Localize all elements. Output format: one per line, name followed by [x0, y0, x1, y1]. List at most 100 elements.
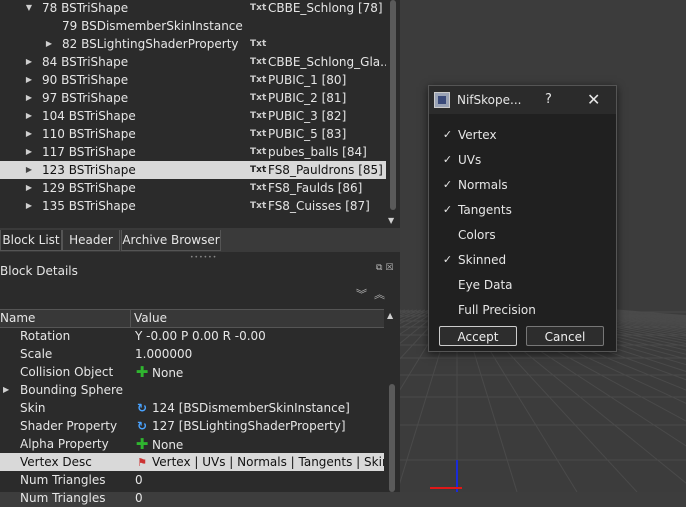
chevron-up-icon[interactable]: ︽ — [374, 288, 385, 301]
details-row[interactable]: Skin ↻ 124 [BSDismemberSkinInstance] — [0, 399, 384, 417]
details-row-value-text: None — [152, 438, 184, 452]
checkbox[interactable]: ✓ — [441, 253, 454, 266]
option-label: Normals — [458, 178, 508, 192]
expand-arrow-icon[interactable]: ▶ — [24, 107, 34, 125]
tree-row-value: CBBE_Schlong_Gla... — [268, 55, 386, 69]
details-row[interactable]: Num Triangles 0 — [0, 471, 384, 489]
details-row[interactable]: Alpha Property ✚ None — [0, 435, 384, 453]
details-row-value-text: 127 [BSLightingShaderProperty] — [152, 419, 346, 433]
tree-scrollbar[interactable]: ▼ — [386, 0, 400, 228]
tree-row-name: 82 BSLightingShaderProperty — [62, 37, 239, 51]
details-row-value: ↻ 124 [BSDismemberSkinInstance] — [135, 399, 350, 417]
tree-row-name: 104 BSTriShape — [42, 109, 136, 123]
checkbox[interactable]: ✓ — [441, 128, 454, 141]
link-icon[interactable]: ↻ — [135, 417, 149, 435]
txt-icon: Txt — [250, 39, 267, 49]
checkbox[interactable]: ✓ — [441, 153, 454, 166]
txt-icon: Txt — [250, 165, 267, 175]
dialog-title: NifSkope... — [457, 93, 522, 107]
details-row-value: ⚑ Vertex | UVs | Normals | Tangents | Ski… — [135, 453, 412, 472]
expand-arrow-icon[interactable]: ▶ — [24, 197, 34, 215]
details-row[interactable]: Scale 1.000000 — [0, 345, 384, 363]
scrollbar-thumb[interactable] — [390, 0, 396, 210]
checkbox[interactable] — [441, 228, 454, 241]
details-scrollbar[interactable]: ▲ — [384, 309, 400, 492]
tree-row-value: PUBIC_3 [82] — [268, 109, 347, 123]
add-icon[interactable]: ✚ — [135, 435, 149, 453]
details-row[interactable]: Vertex Desc ⚑ Vertex | UVs | Normals | Tan… — [0, 453, 412, 471]
tree-row[interactable]: ▶ 129 BSTriShape Txt FS8_Faulds [86] — [0, 179, 386, 197]
details-row-value: Y -0.00 P 0.00 R -0.00 — [135, 327, 266, 345]
details-row[interactable]: ▶ Bounding Sphere — [0, 381, 384, 399]
details-row[interactable]: Rotation Y -0.00 P 0.00 R -0.00 — [0, 327, 384, 345]
expand-arrow-icon[interactable]: ▶ — [24, 143, 34, 161]
tree-row-name: 78 BSTriShape — [42, 1, 129, 15]
help-button[interactable]: ? — [545, 86, 552, 114]
tree-row-name: 97 BSTriShape — [42, 91, 129, 105]
column-name-header[interactable]: Name — [0, 311, 35, 325]
tree-row[interactable]: ▶ 135 BSTriShape Txt FS8_Cuisses [87] — [0, 197, 386, 215]
link-icon[interactable]: ↻ — [135, 399, 149, 417]
chevron-down-icon[interactable]: ︾ — [356, 288, 367, 301]
tree-row[interactable]: ▶ 110 BSTriShape Txt PUBIC_5 [83] — [0, 125, 386, 143]
scroll-up-icon[interactable]: ▲ — [387, 311, 393, 320]
collapse-controls: ︾ ︽ — [356, 286, 385, 302]
tree-row[interactable]: ▶ 117 BSTriShape Txt pubes_balls [84] — [0, 143, 386, 161]
expand-arrow-icon[interactable]: ▶ — [24, 179, 34, 197]
txt-icon: Txt — [250, 57, 267, 67]
close-dock-icon[interactable]: ☒ — [385, 263, 393, 273]
expand-arrow-icon[interactable]: ▶ — [24, 53, 34, 71]
details-row[interactable]: Shader Property ↻ 127 [BSLightingShaderPro… — [0, 417, 384, 435]
tab-header[interactable]: Header — [62, 230, 120, 251]
option-label: UVs — [458, 153, 482, 167]
flag-icon[interactable]: ⚑ — [135, 454, 149, 472]
tree-row[interactable]: ▶ 97 BSTriShape Txt PUBIC_2 [81] — [0, 89, 386, 107]
expand-arrow-icon[interactable]: ▶ — [24, 89, 34, 107]
tab-archive-browser[interactable]: Archive Browser — [121, 230, 221, 251]
expand-arrow-icon[interactable]: ▶ — [3, 381, 9, 399]
txt-icon: Txt — [250, 183, 267, 193]
details-row-value: ↻ 127 [BSLightingShaderProperty] — [135, 417, 346, 435]
tree-row[interactable]: 79 BSDismemberSkinInstance — [0, 17, 386, 35]
tree-row-name: 123 BSTriShape — [42, 163, 136, 177]
add-icon[interactable]: ✚ — [135, 363, 149, 381]
float-icon[interactable]: ⧉ — [376, 263, 382, 273]
column-value-header[interactable]: Value — [134, 311, 167, 325]
tab-block-list[interactable]: Block List — [0, 230, 62, 251]
option-label: Eye Data — [458, 278, 513, 292]
close-button[interactable]: ✕ — [587, 86, 600, 114]
details-row-name: Bounding Sphere — [20, 383, 124, 397]
checkbox[interactable]: ✓ — [441, 178, 454, 191]
scroll-down-icon[interactable]: ▼ — [388, 216, 394, 225]
checkbox[interactable] — [441, 278, 454, 291]
tree-row[interactable]: ▶ 82 BSLightingShaderProperty Txt — [0, 35, 386, 53]
expand-arrow-icon[interactable]: ▶ — [24, 125, 34, 143]
checkbox[interactable]: ✓ — [441, 203, 454, 216]
tree-row[interactable]: ▼ 78 BSTriShape Txt CBBE_Schlong [78] — [0, 0, 386, 17]
collapse-arrow-icon[interactable]: ▼ — [24, 0, 34, 17]
tree-row[interactable]: ▶ 104 BSTriShape Txt PUBIC_3 [82] — [0, 107, 386, 125]
expand-arrow-icon[interactable]: ▶ — [24, 71, 34, 89]
vertex-flags-dialog: NifSkope... ? ✕ ✓ Vertex ✓ UVs ✓ Normals ✓ Tang… — [428, 85, 617, 352]
checkbox[interactable] — [441, 303, 454, 316]
details-row[interactable]: Collision Object ✚ None — [0, 363, 384, 381]
tree-row[interactable]: ▶ 84 BSTriShape Txt CBBE_Schlong_Gla... — [0, 53, 386, 71]
details-row-value: 1.000000 — [135, 345, 192, 363]
cancel-button[interactable]: Cancel — [526, 326, 604, 346]
txt-icon: Txt — [250, 75, 267, 85]
splitter-grip-icon[interactable]: •••••• — [190, 254, 216, 261]
block-list-tree[interactable]: ▼ 78 BSTriShape Txt CBBE_Schlong [78] 79 BSD… — [0, 0, 386, 228]
option-label: Vertex — [458, 128, 497, 142]
accept-button[interactable]: Accept — [439, 326, 517, 346]
tree-row[interactable]: ▶ 90 BSTriShape Txt PUBIC_1 [80] — [0, 71, 386, 89]
tree-row-name: 90 BSTriShape — [42, 73, 129, 87]
dialog-titlebar[interactable]: NifSkope... ? ✕ — [429, 86, 616, 114]
nifskope-app-icon — [434, 92, 450, 108]
expand-arrow-icon[interactable]: ▶ — [24, 161, 34, 179]
expand-arrow-icon[interactable]: ▶ — [44, 35, 54, 53]
txt-icon: Txt — [250, 93, 267, 103]
tree-row-name: 117 BSTriShape — [42, 145, 136, 159]
details-row-value: ✚ None — [135, 363, 184, 382]
scrollbar-thumb[interactable] — [389, 384, 395, 492]
tree-row[interactable]: ▶ 123 BSTriShape Txt FS8_Pauldrons [85] — [0, 161, 386, 179]
